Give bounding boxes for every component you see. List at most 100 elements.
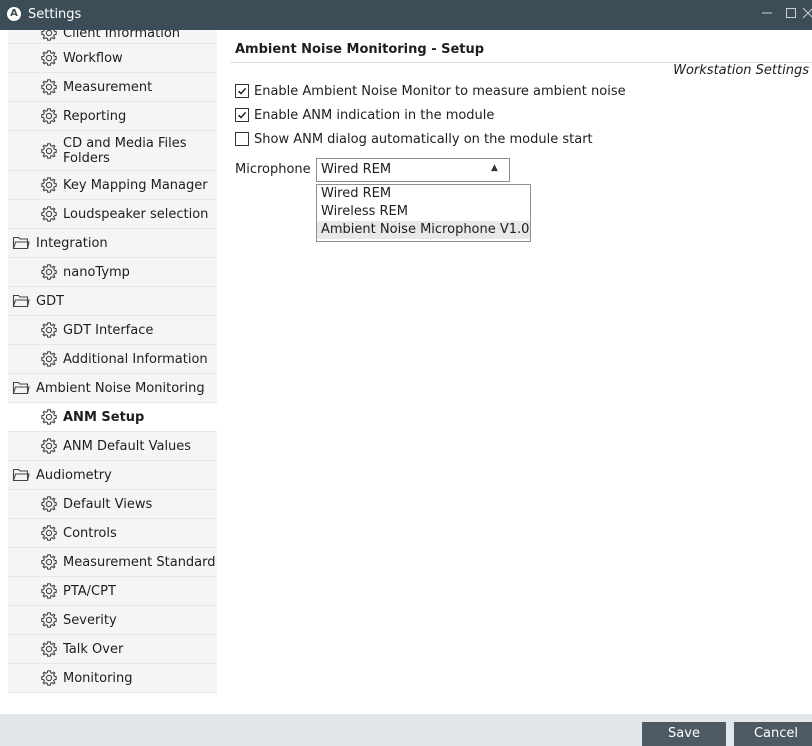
sidebar-item-key-mapping-manager[interactable]: Key Mapping Manager [8, 171, 217, 200]
gear-icon [41, 264, 57, 280]
option-label: Enable Ambient Noise Monitor to measure … [254, 83, 626, 99]
sidebar-scrollbar[interactable]: ^ v [217, 30, 230, 714]
option-label: Enable ANM indication in the module [254, 107, 495, 123]
checkbox[interactable] [235, 108, 249, 122]
sidebar-item-measurement-standard[interactable]: Measurement Standard [8, 548, 217, 577]
sidebar-item-workflow[interactable]: Workflow [8, 44, 217, 73]
sidebar-item-cd-and-media-files-folders[interactable]: CD and Media Files Folders [8, 131, 217, 171]
minimize-button[interactable] [755, 3, 779, 25]
gear-icon [41, 206, 57, 222]
microphone-select[interactable]: Wired REM ▲ [316, 158, 510, 182]
sidebar-item-label: Workflow [63, 50, 123, 66]
gear-icon [41, 583, 57, 599]
dropdown-option-ambient-noise-microphone-v1-0[interactable]: Ambient Noise Microphone V1.0 [317, 221, 530, 239]
gear-icon [41, 438, 57, 454]
close-button[interactable] [801, 3, 812, 25]
sidebar-item-label: Severity [63, 612, 117, 628]
gear-icon [41, 50, 57, 66]
cancel-button[interactable]: Cancel [734, 722, 812, 746]
gear-icon [41, 409, 57, 425]
sidebar-item-label: Reporting [63, 108, 127, 124]
sidebar-item-label: Key Mapping Manager [63, 177, 208, 193]
close-icon [802, 7, 812, 19]
gear-icon [41, 142, 57, 159]
sidebar-item-additional-information[interactable]: Additional Information [8, 345, 217, 374]
checkmark-icon [237, 87, 247, 95]
sidebar-item-label: ANM Default Values [63, 438, 192, 454]
sidebar-item-label: Loudspeaker selection [63, 206, 209, 222]
gear-icon [41, 322, 57, 338]
microphone-dropdown-list: Wired REM Wireless REM Ambient Noise Micro… [316, 184, 531, 242]
gear-icon [41, 496, 57, 512]
sidebar-item-client-information[interactable]: Client Information [8, 30, 217, 44]
sidebar-item-anm-default-values[interactable]: ANM Default Values [8, 432, 217, 461]
gear-icon [41, 79, 57, 95]
option-enable-anm[interactable]: Enable Ambient Noise Monitor to measure … [235, 82, 626, 100]
dropdown-option-wireless-rem[interactable]: Wireless REM [317, 203, 530, 221]
footer-bar: Save Cancel [0, 714, 812, 746]
sidebar-item-pta-cpt[interactable]: PTA/CPT [8, 577, 217, 606]
sidebar-item-gdt-interface[interactable]: GDT Interface [8, 316, 217, 345]
gear-icon [41, 525, 57, 541]
folder-icon [12, 468, 30, 482]
sidebar-item-audiometry[interactable]: Audiometry [8, 461, 217, 490]
sidebar-item-monitoring[interactable]: Monitoring [8, 664, 217, 693]
folder-icon [12, 236, 30, 250]
label-line: Folders [63, 150, 110, 166]
sidebar-item-gdt[interactable]: GDT [8, 287, 217, 316]
sidebar-item-label: Additional Information [63, 351, 208, 367]
sidebar-item-label: CD and Media Files Folders [63, 136, 187, 166]
sidebar-item-label: Measurement Standard [63, 554, 216, 570]
sidebar-item-loudspeaker-selection[interactable]: Loudspeaker selection [8, 200, 217, 229]
option-enable-anm-indication[interactable]: Enable ANM indication in the module [235, 106, 494, 124]
sidebar-item-label: ANM Setup [63, 409, 145, 425]
app-logo: A [7, 7, 21, 21]
checkbox[interactable] [235, 132, 249, 146]
sidebar-item-measurement[interactable]: Measurement [8, 73, 217, 102]
gear-icon [41, 177, 57, 193]
sidebar-item-label: GDT Interface [63, 322, 154, 338]
sidebar-item-controls[interactable]: Controls [8, 519, 217, 548]
sidebar-item-label: Audiometry [36, 467, 112, 483]
sidebar-item-anm-setup[interactable]: ANM Setup [8, 403, 217, 432]
gear-icon [41, 351, 57, 367]
sidebar-item-label: Ambient Noise Monitoring [36, 380, 205, 396]
sidebar-item-label: Measurement [63, 79, 153, 95]
sidebar-item-default-views[interactable]: Default Views [8, 490, 217, 519]
save-button[interactable]: Save [642, 722, 726, 746]
page-title: Ambient Noise Monitoring - Setup [235, 42, 485, 57]
folder-icon [12, 294, 30, 308]
gear-icon [41, 641, 57, 657]
sidebar-item-label: PTA/CPT [63, 583, 116, 599]
sidebar-item-severity[interactable]: Severity [8, 606, 217, 635]
sidebar-item-integration[interactable]: Integration [8, 229, 217, 258]
sidebar-item-ambient-noise-monitoring[interactable]: Ambient Noise Monitoring [8, 374, 217, 403]
settings-tree-list: Client Information Workflow Measurement Rep… [8, 30, 217, 693]
dropdown-option-wired-rem[interactable]: Wired REM [317, 185, 530, 203]
gear-icon [41, 30, 57, 41]
settings-tree: Client Information Workflow Measurement Rep… [0, 30, 230, 714]
sidebar-item-label: Talk Over [63, 641, 124, 657]
gear-icon [41, 554, 57, 570]
sidebar-item-label: Monitoring [63, 670, 133, 686]
sidebar-item-reporting[interactable]: Reporting [8, 102, 217, 131]
sidebar-item-label: GDT [36, 293, 65, 309]
gear-icon [41, 108, 57, 124]
sidebar-item-nanotymp[interactable]: nanoTymp [8, 258, 217, 287]
sidebar-item-label: Integration [36, 235, 108, 251]
gear-icon [41, 670, 57, 686]
sidebar-item-label: Default Views [63, 496, 153, 512]
checkbox[interactable] [235, 84, 249, 98]
maximize-button[interactable] [779, 3, 803, 25]
caret-up-icon[interactable]: ▲ [491, 163, 498, 173]
sidebar-item-label: Client Information [63, 30, 181, 41]
minimize-icon [762, 12, 772, 14]
title-bar: A Settings [0, 0, 812, 30]
sidebar-item-talk-over[interactable]: Talk Over [8, 635, 217, 664]
option-show-anm-dialog[interactable]: Show ANM dialog automatically on the mod… [235, 130, 593, 148]
sidebar-item-label: nanoTymp [63, 264, 130, 280]
maximize-icon [786, 8, 796, 18]
main-panel: Ambient Noise Monitoring - Setup Worksta… [230, 30, 812, 714]
microphone-label: Microphone [235, 162, 311, 177]
window-title: Settings [28, 7, 82, 22]
